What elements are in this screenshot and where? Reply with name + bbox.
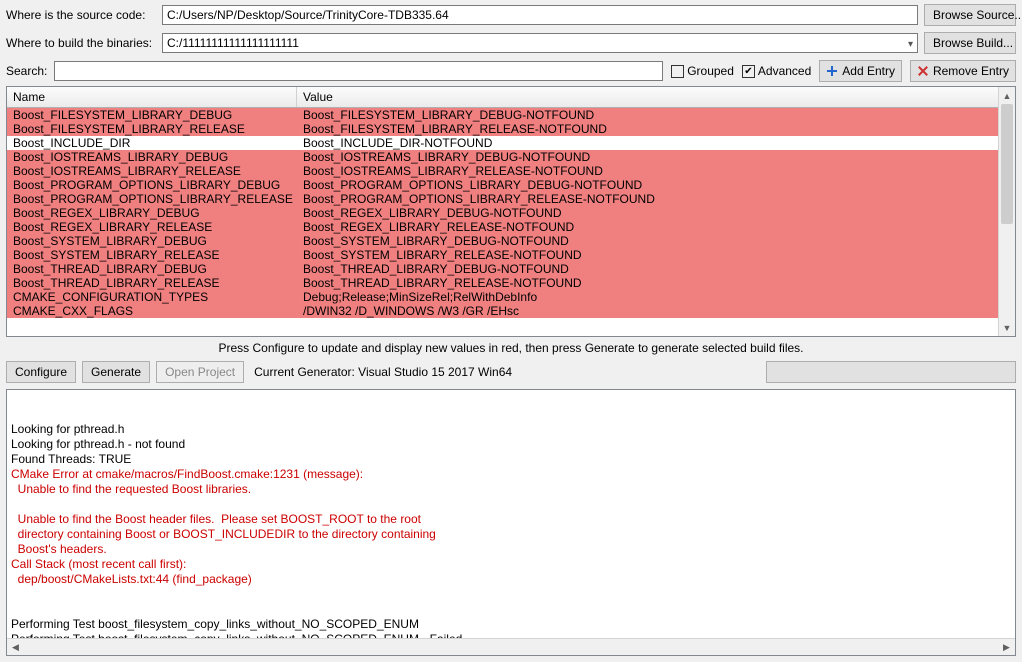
cell-value[interactable]: Boost_FILESYSTEM_LIBRARY_RELEASE-NOTFOUN… <box>297 122 1015 136</box>
advanced-label: Advanced <box>758 64 811 78</box>
table-row[interactable]: Boost_IOSTREAMS_LIBRARY_DEBUGBoost_IOSTR… <box>7 150 1015 164</box>
current-generator-label: Current Generator: Visual Studio 15 2017… <box>254 365 512 379</box>
table-row[interactable]: Boost_SYSTEM_LIBRARY_DEBUGBoost_SYSTEM_L… <box>7 234 1015 248</box>
cell-value[interactable]: Boost_REGEX_LIBRARY_DEBUG-NOTFOUND <box>297 206 1015 220</box>
cell-name: Boost_INCLUDE_DIR <box>7 136 297 150</box>
scroll-down-icon[interactable]: ▼ <box>999 319 1015 336</box>
log-line: Call Stack (most recent call first): <box>11 557 1011 572</box>
chevron-down-icon[interactable] <box>908 36 913 50</box>
cell-name: CMAKE_CONFIGURATION_TYPES <box>7 290 297 304</box>
configure-button[interactable]: Configure <box>6 361 76 383</box>
browse-source-button[interactable]: Browse Source... <box>924 4 1016 26</box>
scrollbar-thumb[interactable] <box>1001 104 1013 224</box>
table-row[interactable]: Boost_PROGRAM_OPTIONS_LIBRARY_DEBUGBoost… <box>7 178 1015 192</box>
log-line: Looking for pthread.h <box>11 422 1011 437</box>
browse-build-button[interactable]: Browse Build... <box>924 32 1016 54</box>
column-header-name[interactable]: Name <box>7 87 297 107</box>
cell-value[interactable]: Boost_REGEX_LIBRARY_RELEASE-NOTFOUND <box>297 220 1015 234</box>
cell-name: Boost_SYSTEM_LIBRARY_DEBUG <box>7 234 297 248</box>
table-row[interactable]: Boost_PROGRAM_OPTIONS_LIBRARY_RELEASEBoo… <box>7 192 1015 206</box>
log-line <box>11 497 1011 512</box>
table-row[interactable]: Boost_FILESYSTEM_LIBRARY_RELEASEBoost_FI… <box>7 122 1015 136</box>
source-label: Where is the source code: <box>6 8 156 22</box>
log-line: Looking for pthread.h - not found <box>11 437 1011 452</box>
search-input[interactable] <box>54 61 663 81</box>
progress-area <box>766 361 1016 383</box>
add-entry-label: Add Entry <box>842 64 895 78</box>
table-row[interactable]: Boost_REGEX_LIBRARY_DEBUGBoost_REGEX_LIB… <box>7 206 1015 220</box>
cell-name: Boost_PROGRAM_OPTIONS_LIBRARY_RELEASE <box>7 192 297 206</box>
cell-value[interactable]: Boost_IOSTREAMS_LIBRARY_RELEASE-NOTFOUND <box>297 164 1015 178</box>
output-log[interactable]: Looking for pthread.hLooking for pthread… <box>6 389 1016 656</box>
cell-value[interactable]: Debug;Release;MinSizeRel;RelWithDebInfo <box>297 290 1015 304</box>
grouped-label: Grouped <box>687 64 734 78</box>
cell-name: Boost_THREAD_LIBRARY_RELEASE <box>7 276 297 290</box>
cell-name: Boost_SYSTEM_LIBRARY_RELEASE <box>7 248 297 262</box>
cell-value[interactable]: Boost_FILESYSTEM_LIBRARY_DEBUG-NOTFOUND <box>297 108 1015 122</box>
build-path-combo[interactable]: C:/11111111111111111111 <box>162 33 918 53</box>
cell-value[interactable]: Boost_SYSTEM_LIBRARY_RELEASE-NOTFOUND <box>297 248 1015 262</box>
log-line: directory containing Boost or BOOST_INCL… <box>11 527 1011 542</box>
table-row[interactable]: CMAKE_CXX_FLAGS/DWIN32 /D_WINDOWS /W3 /G… <box>7 304 1015 318</box>
cell-value[interactable]: Boost_INCLUDE_DIR-NOTFOUND <box>297 136 1015 150</box>
table-row[interactable]: Boost_INCLUDE_DIRBoost_INCLUDE_DIR-NOTFO… <box>7 136 1015 150</box>
log-line: Performing Test boost_filesystem_copy_li… <box>11 617 1011 632</box>
cell-name: Boost_REGEX_LIBRARY_RELEASE <box>7 220 297 234</box>
vertical-scrollbar[interactable]: ▲ ▼ <box>998 87 1015 336</box>
hint-text: Press Configure to update and display ne… <box>0 337 1022 359</box>
cell-value[interactable]: Boost_IOSTREAMS_LIBRARY_DEBUG-NOTFOUND <box>297 150 1015 164</box>
advanced-checkbox[interactable]: ✔ Advanced <box>742 64 811 78</box>
table-row[interactable]: Boost_IOSTREAMS_LIBRARY_RELEASEBoost_IOS… <box>7 164 1015 178</box>
log-line: Unable to find the requested Boost libra… <box>11 482 1011 497</box>
cell-name: Boost_FILESYSTEM_LIBRARY_DEBUG <box>7 108 297 122</box>
table-row[interactable]: Boost_FILESYSTEM_LIBRARY_DEBUGBoost_FILE… <box>7 108 1015 122</box>
remove-entry-label: Remove Entry <box>933 64 1009 78</box>
log-line: CMake Error at cmake/macros/FindBoost.cm… <box>11 467 1011 482</box>
source-path-input[interactable] <box>162 5 918 25</box>
open-project-button: Open Project <box>156 361 244 383</box>
add-entry-button[interactable]: Add Entry <box>819 60 902 82</box>
log-line: Unable to find the Boost header files. P… <box>11 512 1011 527</box>
remove-entry-button[interactable]: Remove Entry <box>910 60 1016 82</box>
cell-value[interactable]: /DWIN32 /D_WINDOWS /W3 /GR /EHsc <box>297 304 1015 318</box>
cell-value[interactable]: Boost_THREAD_LIBRARY_RELEASE-NOTFOUND <box>297 276 1015 290</box>
cache-grid[interactable]: Name Value Boost_FILESYSTEM_LIBRARY_DEBU… <box>6 86 1016 337</box>
build-label: Where to build the binaries: <box>6 36 156 50</box>
cell-name: Boost_PROGRAM_OPTIONS_LIBRARY_DEBUG <box>7 178 297 192</box>
cell-value[interactable]: Boost_THREAD_LIBRARY_DEBUG-NOTFOUND <box>297 262 1015 276</box>
table-row[interactable]: Boost_REGEX_LIBRARY_RELEASEBoost_REGEX_L… <box>7 220 1015 234</box>
cell-value[interactable]: Boost_PROGRAM_OPTIONS_LIBRARY_RELEASE-NO… <box>297 192 1015 206</box>
table-row[interactable]: CMAKE_CONFIGURATION_TYPESDebug;Release;M… <box>7 290 1015 304</box>
cell-name: CMAKE_CXX_FLAGS <box>7 304 297 318</box>
cell-name: Boost_IOSTREAMS_LIBRARY_RELEASE <box>7 164 297 178</box>
plus-icon <box>826 65 838 77</box>
log-line: Boost's headers. <box>11 542 1011 557</box>
x-icon <box>917 65 929 77</box>
table-row[interactable]: Boost_SYSTEM_LIBRARY_RELEASEBoost_SYSTEM… <box>7 248 1015 262</box>
column-header-value[interactable]: Value <box>297 87 1015 107</box>
checkbox-icon <box>671 65 684 78</box>
table-row[interactable]: Boost_THREAD_LIBRARY_DEBUGBoost_THREAD_L… <box>7 262 1015 276</box>
build-path-value: C:/11111111111111111111 <box>167 36 299 50</box>
log-line: Found Threads: TRUE <box>11 452 1011 467</box>
grouped-checkbox[interactable]: Grouped <box>671 64 734 78</box>
cell-name: Boost_FILESYSTEM_LIBRARY_RELEASE <box>7 122 297 136</box>
generate-button[interactable]: Generate <box>82 361 150 383</box>
scroll-right-icon[interactable]: ▶ <box>998 639 1015 656</box>
search-label: Search: <box>6 64 46 78</box>
table-row[interactable]: Boost_THREAD_LIBRARY_RELEASEBoost_THREAD… <box>7 276 1015 290</box>
scroll-up-icon[interactable]: ▲ <box>999 87 1015 104</box>
log-line <box>11 587 1011 602</box>
log-line <box>11 602 1011 617</box>
cell-name: Boost_REGEX_LIBRARY_DEBUG <box>7 206 297 220</box>
scroll-left-icon[interactable]: ◀ <box>7 639 24 656</box>
horizontal-scrollbar[interactable]: ◀ ▶ <box>7 638 1015 655</box>
cell-name: Boost_THREAD_LIBRARY_DEBUG <box>7 262 297 276</box>
log-line: dep/boost/CMakeLists.txt:44 (find_packag… <box>11 572 1011 587</box>
cell-value[interactable]: Boost_SYSTEM_LIBRARY_DEBUG-NOTFOUND <box>297 234 1015 248</box>
cell-name: Boost_IOSTREAMS_LIBRARY_DEBUG <box>7 150 297 164</box>
cell-value[interactable]: Boost_PROGRAM_OPTIONS_LIBRARY_DEBUG-NOTF… <box>297 178 1015 192</box>
checkbox-icon: ✔ <box>742 65 755 78</box>
